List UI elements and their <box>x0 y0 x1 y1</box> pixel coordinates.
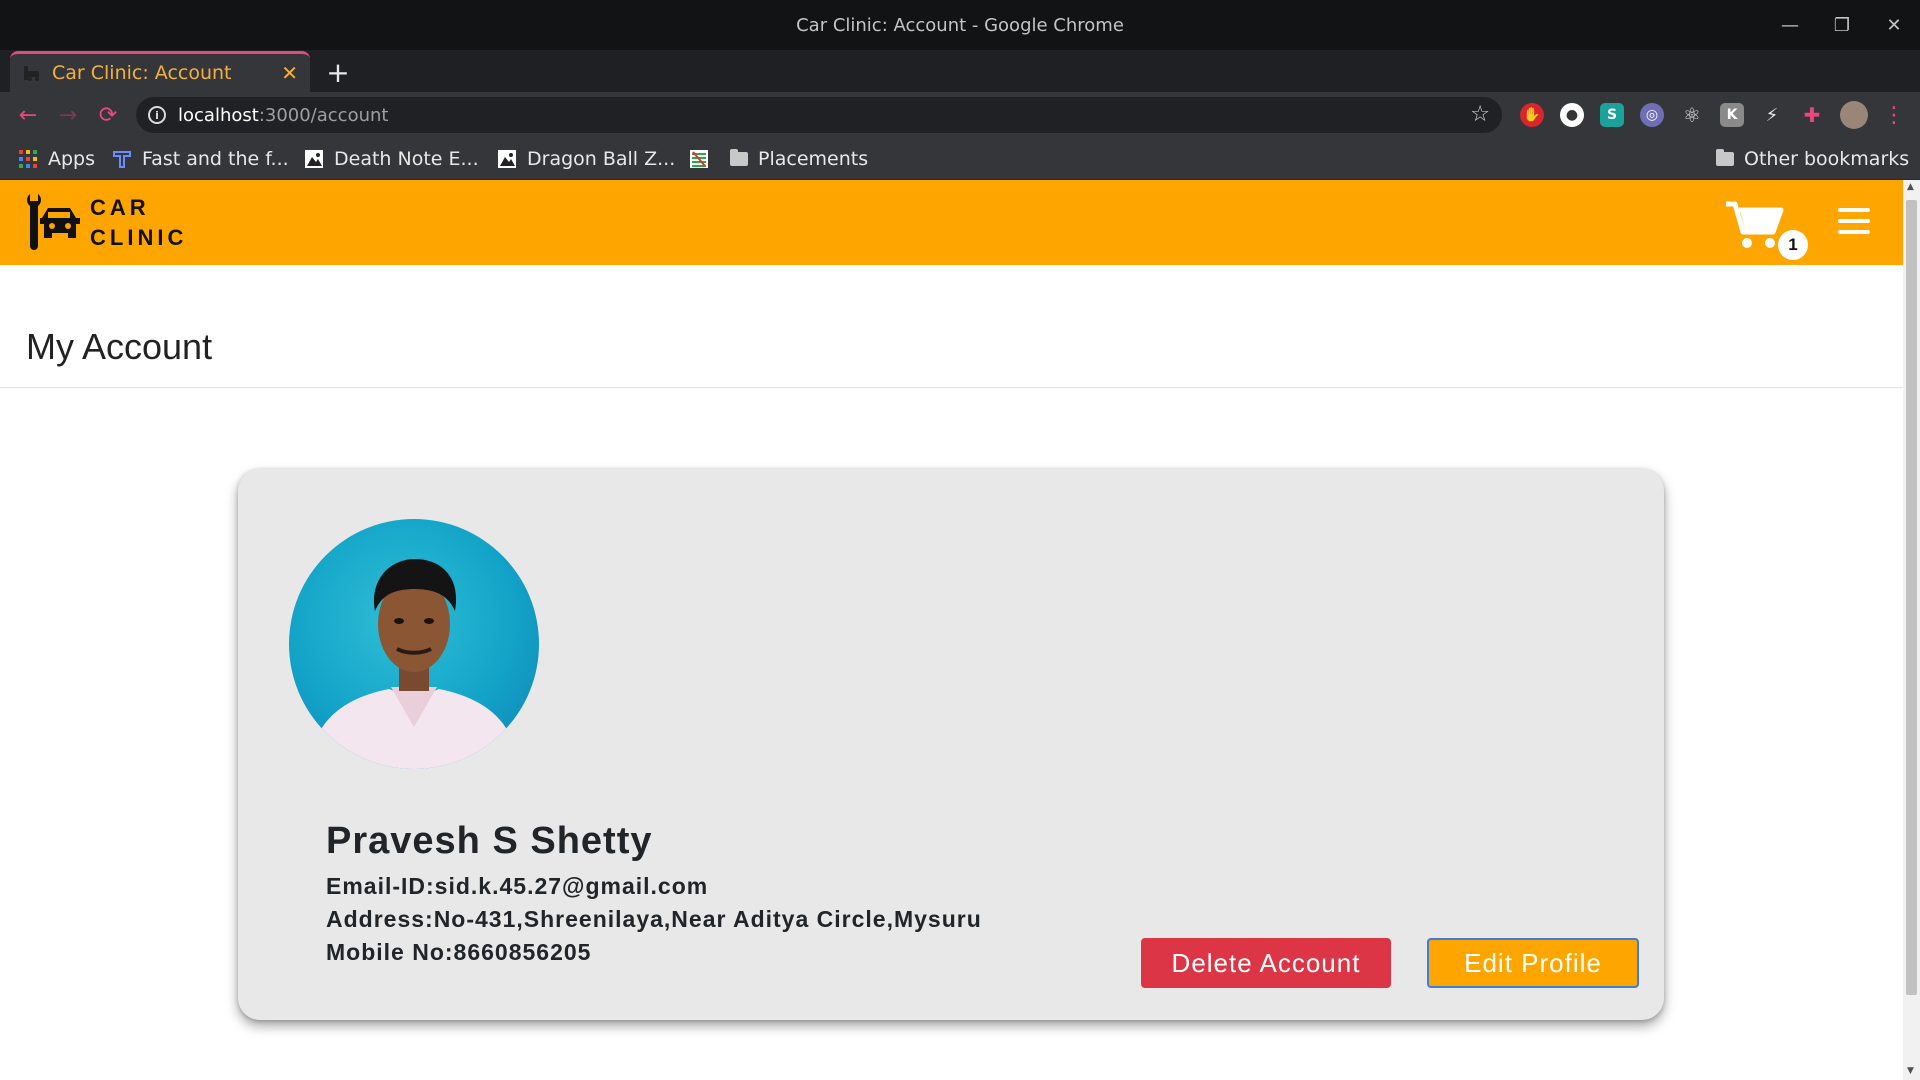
tab-strip: Car Clinic: Account ✕ + <box>0 50 1920 92</box>
restore-button[interactable]: ❐ <box>1816 0 1868 50</box>
page-title: My Account <box>26 326 213 367</box>
forward-button[interactable]: → <box>52 99 84 131</box>
delete-account-button[interactable]: Delete Account <box>1141 938 1391 988</box>
minimize-button[interactable]: — <box>1764 0 1816 50</box>
striped-bookmark-icon <box>690 150 708 168</box>
scroll-down-icon[interactable]: ▼ <box>1907 1066 1914 1076</box>
bookmark-label: Dragon Ball Z... <box>527 148 676 170</box>
reload-button[interactable]: ⟳ <box>92 99 124 131</box>
scrollbar-thumb[interactable] <box>1906 200 1917 995</box>
bookmark-dragon-ball[interactable]: Dragon Ball Z... <box>497 147 675 171</box>
logo-line-2: CLINIC <box>90 225 188 250</box>
bookmark-star-icon[interactable]: ☆ <box>1470 102 1490 127</box>
profile-name: Pravesh S Shetty <box>326 820 653 862</box>
scroll-up-icon[interactable]: ▲ <box>1907 182 1914 192</box>
site-navbar: CAR CLINIC 1 <box>0 180 1903 265</box>
profile-avatar-icon[interactable] <box>1840 101 1868 129</box>
react-devtools-icon[interactable]: ⚛ <box>1680 103 1704 127</box>
bookmark-placements-folder[interactable]: Placements <box>730 147 868 171</box>
site-info-icon[interactable]: i <box>148 106 166 124</box>
address-bar[interactable]: i localhost:3000/account ☆ <box>136 97 1502 133</box>
apps-grid-icon <box>19 150 37 168</box>
folder-icon <box>730 149 748 166</box>
tab-close-icon[interactable]: ✕ <box>281 61 298 85</box>
profile-mobile: Mobile No:8660856205 <box>326 939 592 965</box>
cart-count-badge: 1 <box>1778 230 1808 260</box>
anime-bookmark-icon <box>498 150 516 168</box>
tab-active[interactable]: Car Clinic: Account ✕ <box>10 51 310 92</box>
plug-extension-icon[interactable]: ⚡ <box>1760 103 1784 127</box>
url-host: localhost <box>178 104 259 126</box>
profile-card: Pravesh S Shetty Email-ID:sid.k.45.27@gm… <box>238 469 1664 1020</box>
bookmark-fast-and-furious[interactable]: Fast and the f... <box>112 147 289 171</box>
k-extension-icon[interactable]: K <box>1720 103 1744 127</box>
person-silhouette-icon <box>309 559 519 769</box>
cart-icon[interactable] <box>1724 200 1784 250</box>
window-controls: — ❐ ✕ <box>1764 0 1920 50</box>
url-text[interactable]: localhost:3000/account <box>178 105 388 126</box>
bookmark-other-folder[interactable]: Other bookmarks <box>1716 147 1909 171</box>
bookmark-label: Death Note E... <box>334 148 479 170</box>
circle-extension-icon[interactable]: ● <box>1560 103 1584 127</box>
puzzle-extensions-icon[interactable]: ✚ <box>1800 103 1824 127</box>
chrome-menu-button[interactable]: ⋮ <box>1878 99 1910 131</box>
new-tab-button[interactable]: + <box>322 56 354 89</box>
car-wrench-logo-icon <box>27 194 80 250</box>
browser-toolbar: ← → ⟳ i localhost:3000/account ☆ ✋ ● S ◎… <box>0 92 1920 138</box>
logo-line-1: CAR <box>90 195 150 220</box>
logo-text: CAR CLINIC <box>90 193 187 253</box>
bookmark-label: Placements <box>758 148 869 170</box>
profile-email: Email-ID:sid.k.45.27@gmail.com <box>326 873 709 899</box>
bookmark-apps[interactable]: Apps <box>18 147 95 171</box>
bookmark-striped[interactable] <box>689 147 709 171</box>
site-logo[interactable]: CAR CLINIC <box>24 192 187 254</box>
title-divider <box>0 387 1903 388</box>
bookmark-label: Apps <box>48 148 96 170</box>
page-viewport: CAR CLINIC 1 My Account Pravesh S Shetty… <box>0 180 1903 1080</box>
menu-hamburger-icon[interactable] <box>1838 208 1870 234</box>
site-favicon-icon <box>24 66 39 81</box>
bookmark-death-note[interactable]: Death Note E... <box>304 147 479 171</box>
folder-icon <box>1716 149 1734 166</box>
anime-bookmark-icon <box>305 150 323 168</box>
tab-title: Car Clinic: Account <box>52 62 232 84</box>
page-scrollbar[interactable]: ▲ ▼ <box>1903 180 1920 1080</box>
edit-profile-button[interactable]: Edit Profile <box>1427 938 1639 988</box>
url-path: :3000/account <box>258 104 389 126</box>
t-bookmark-icon <box>113 151 131 168</box>
bookmark-label: Fast and the f... <box>142 148 289 170</box>
bookmark-label: Other bookmarks <box>1744 148 1910 170</box>
profile-address: Address:No-431,Shreenilaya,Near Aditya C… <box>326 906 982 932</box>
profile-avatar-photo <box>289 519 539 769</box>
hamburger-bar <box>1838 219 1870 223</box>
bookmarks-bar: Apps Fast and the f... Death Note E... D… <box>0 138 1920 180</box>
window-titlebar: Car Clinic: Account - Google Chrome — ❐ … <box>0 0 1920 50</box>
window-title: Car Clinic: Account - Google Chrome <box>796 14 1124 36</box>
hamburger-bar <box>1838 208 1870 212</box>
adblock-icon[interactable]: ✋ <box>1520 103 1544 127</box>
s-extension-icon[interactable]: S <box>1600 103 1624 127</box>
back-button[interactable]: ← <box>12 99 44 131</box>
hamburger-bar <box>1838 230 1870 234</box>
close-window-button[interactable]: ✕ <box>1868 0 1920 50</box>
tube-extension-icon[interactable]: ◎ <box>1640 103 1664 127</box>
